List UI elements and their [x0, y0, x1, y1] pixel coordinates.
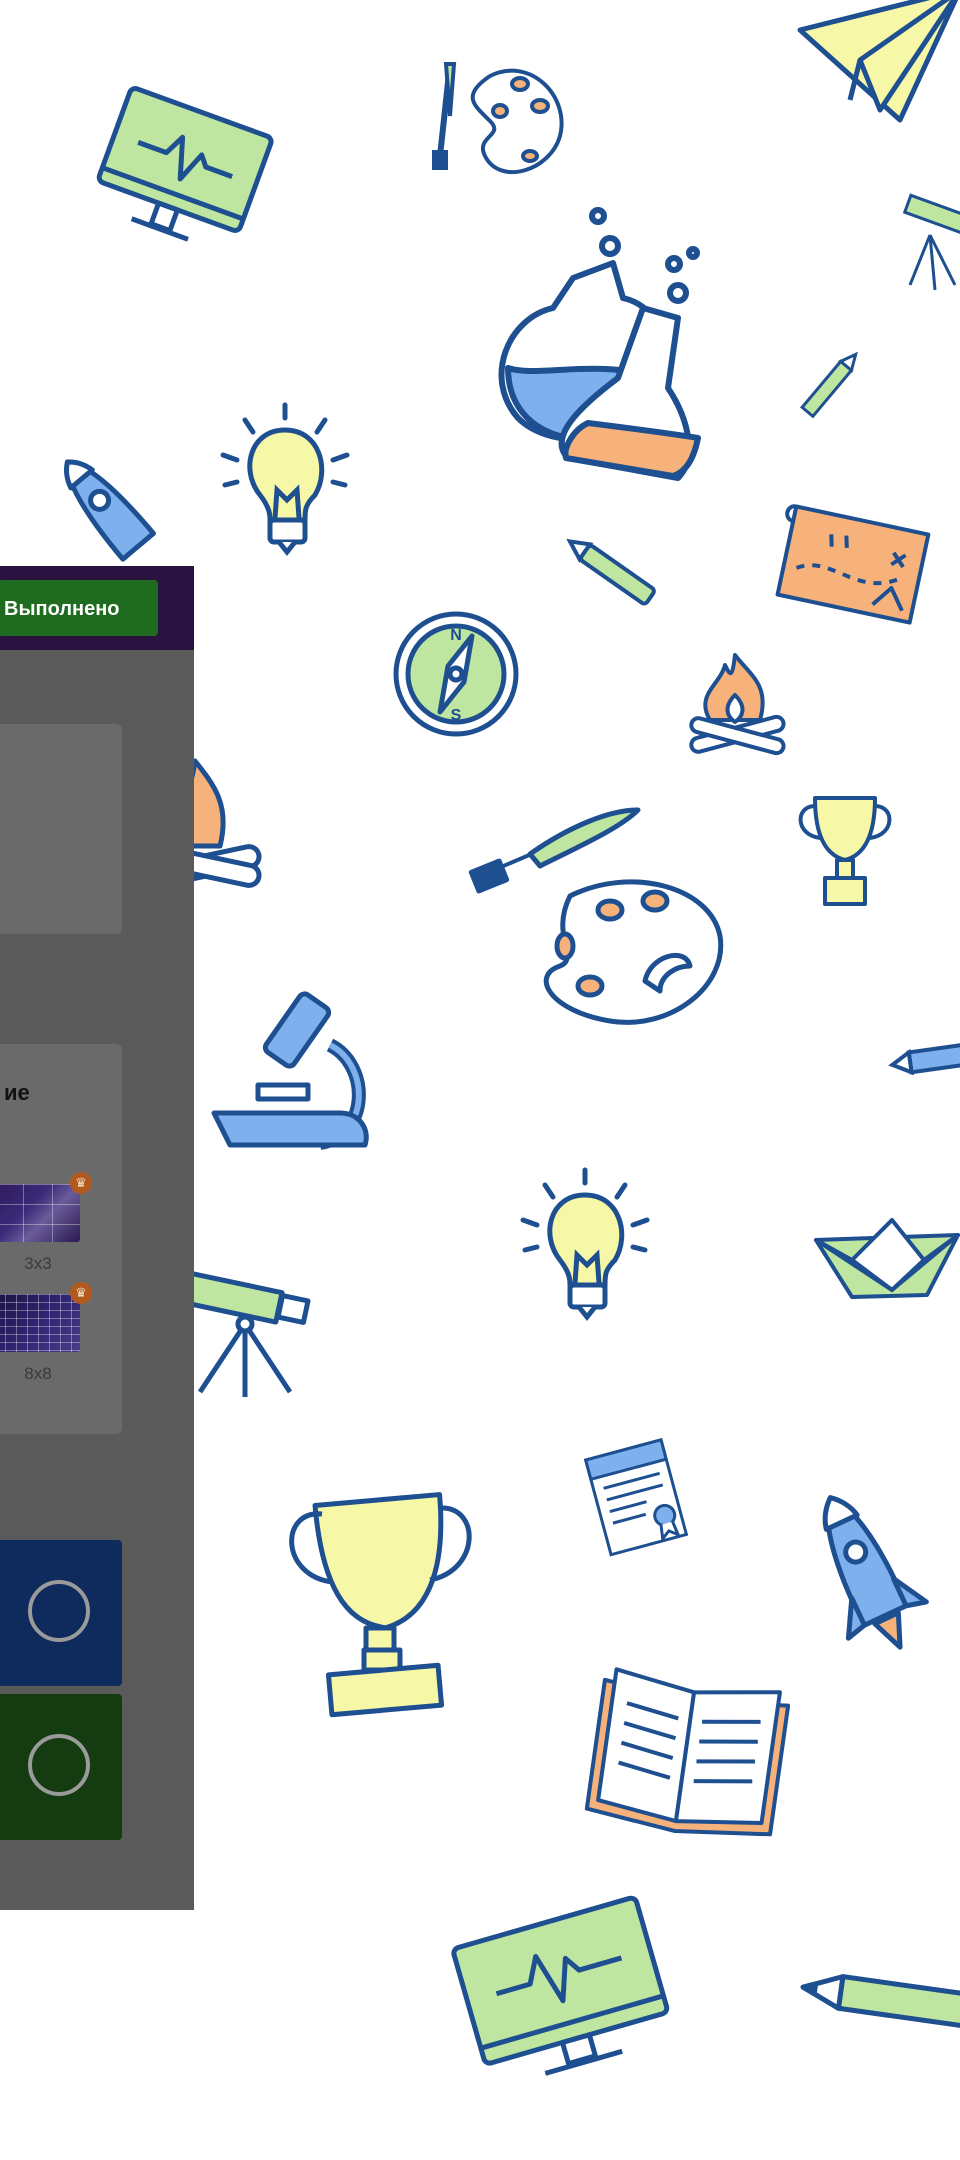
answer-option[interactable] [0, 1694, 122, 1840]
light-bulb-icon [215, 400, 355, 560]
grid-option-label: 3x3 [24, 1254, 52, 1273]
chemistry-flasks-icon [478, 207, 708, 493]
svg-text:N: N [450, 627, 462, 644]
content-card [0, 724, 122, 934]
done-button[interactable]: Выполнено [0, 580, 158, 636]
radio-circle-icon[interactable] [28, 1580, 90, 1642]
pencil-icon [560, 528, 670, 618]
pencil-icon [800, 1960, 960, 2040]
crown-icon: ♛ [70, 1172, 92, 1194]
grid-option-label: 8x8 [24, 1364, 52, 1383]
microscope-icon [210, 985, 390, 1165]
compass-icon: N S [390, 608, 522, 740]
paint-palette-icon [468, 806, 730, 1041]
rocket-icon [36, 448, 176, 568]
paper-plane-icon [790, 0, 960, 130]
answer-option[interactable] [0, 1540, 122, 1686]
pencil-icon [790, 340, 870, 430]
rocket-icon [800, 1485, 930, 1660]
trophy-icon [795, 790, 895, 910]
open-book-icon [584, 1667, 791, 1842]
grid-option-3x3[interactable] [0, 1184, 80, 1242]
paint-palette-icon [420, 56, 570, 186]
section-title: ие [4, 1080, 30, 1105]
paper-boat-icon [812, 1215, 960, 1305]
telescope-icon [900, 193, 960, 295]
monitor-icon [88, 86, 278, 260]
svg-text:S: S [451, 707, 462, 724]
top-bar: Выполнено [0, 566, 194, 650]
app-panel: Выполнено ие ♛ 3x3 ♛ 8x8 [0, 566, 194, 1910]
treasure-map-icon [770, 500, 940, 635]
light-bulb-icon [515, 1165, 655, 1330]
monitor-icon [450, 1895, 680, 2090]
trophy-icon [280, 1490, 480, 1718]
radio-circle-icon[interactable] [28, 1734, 90, 1796]
certificate-icon [583, 1437, 690, 1557]
crown-icon: ♛ [70, 1282, 92, 1304]
grid-option-8x8[interactable] [0, 1294, 80, 1352]
campfire-icon [680, 650, 790, 765]
pencil-icon [888, 1040, 960, 1080]
